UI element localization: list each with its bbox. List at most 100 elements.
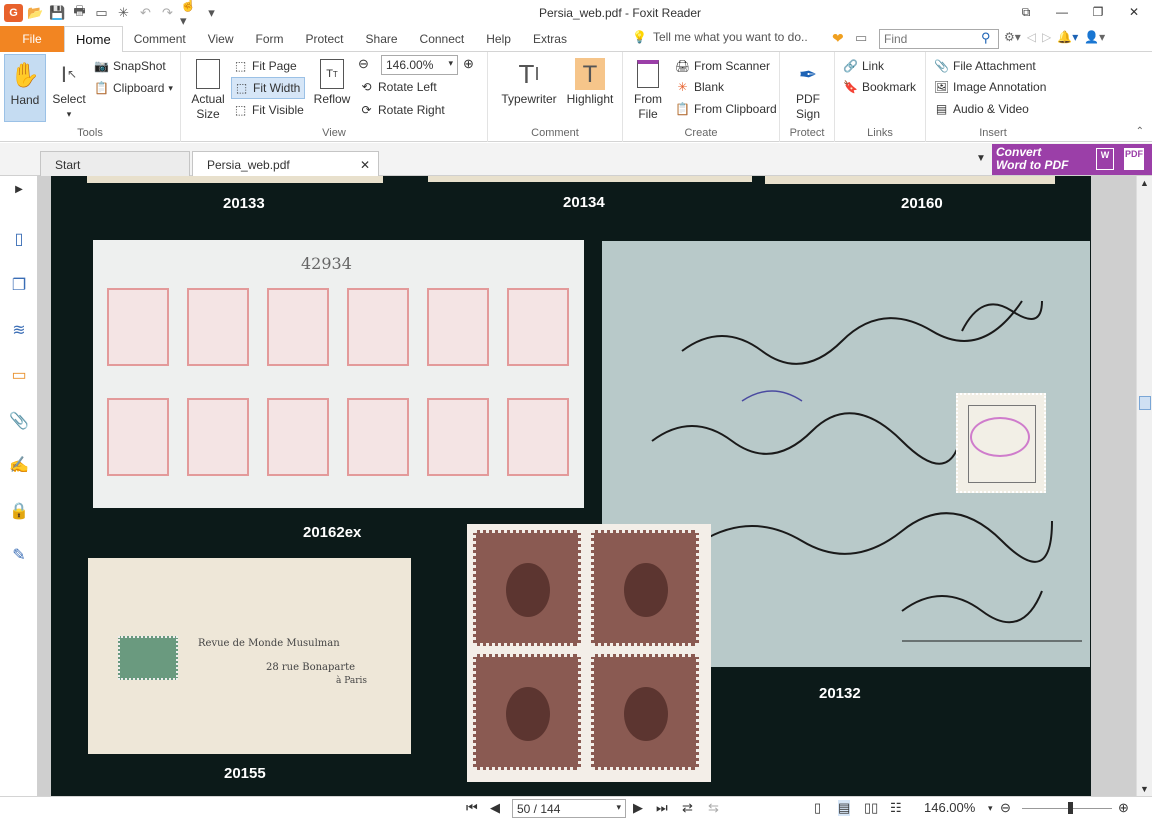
tell-me-search[interactable]: 💡 Tell me what you want to do.. (632, 30, 808, 44)
image-annotation-button[interactable]: 🖼 Image Annotation (934, 77, 1047, 97)
tab-protect[interactable]: Protect (295, 26, 355, 52)
certify-icon[interactable]: ✎ (8, 544, 30, 566)
highlight-button[interactable]: T Highlight (564, 58, 616, 107)
next-page-icon[interactable]: ▶ (633, 800, 643, 816)
properties-icon[interactable]: ▭ (92, 4, 111, 22)
audio-video-button[interactable]: ▤ Audio & Video (934, 99, 1029, 119)
undo-icon[interactable]: ↶ (136, 4, 155, 22)
customize-qat-icon[interactable]: ▾ (202, 4, 221, 22)
from-clipboard-button[interactable]: 📋 From Clipboard (675, 99, 777, 119)
save-icon[interactable]: 💾 (48, 4, 67, 22)
document-viewer[interactable]: 20133 20134 20160 42934 20162ex 20132 Re… (38, 176, 1136, 796)
file-attachment-button[interactable]: 📎 File Attachment (934, 56, 1036, 76)
next-view-icon[interactable]: ⇆ (708, 800, 719, 816)
from-scanner-button[interactable]: 🖨 From Scanner (675, 56, 770, 76)
user-avatar-icon[interactable]: 👤▾ (1084, 30, 1105, 44)
redo-icon[interactable]: ↷ (158, 4, 177, 22)
tab-file[interactable]: File (0, 26, 64, 52)
fit-page-button[interactable]: ⬚ Fit Page (233, 56, 297, 76)
zoom-slider[interactable] (1022, 808, 1112, 809)
reflow-button[interactable]: TT Reflow (309, 58, 355, 107)
attachments-icon[interactable]: 📎 (8, 410, 30, 432)
new-icon[interactable]: ✳ (114, 4, 133, 22)
heart-icon[interactable]: ❤ (832, 30, 844, 47)
convert-word-to-pdf-banner[interactable]: Convert Word to PDF PDF W (992, 144, 1152, 175)
actual-size-button[interactable]: Actual Size (187, 58, 229, 122)
previous-view-icon[interactable]: ⇄ (682, 800, 693, 816)
zoom-out-icon[interactable]: ⊖ (1000, 800, 1011, 816)
rotate-right-button[interactable]: ⟳ Rotate Right (359, 100, 444, 120)
typewriter-button[interactable]: TI Typewriter (498, 58, 560, 107)
fit-visible-button[interactable]: ⬚ Fit Visible (233, 100, 304, 120)
first-page-icon[interactable]: ⏮ (466, 800, 478, 816)
layers-icon[interactable]: ≋ (8, 319, 30, 341)
tab-connect[interactable]: Connect (409, 26, 476, 52)
tab-share[interactable]: Share (355, 26, 409, 52)
continuous-page-icon[interactable]: ▤ (838, 800, 851, 816)
blank-button[interactable]: ✳ Blank (675, 77, 724, 97)
scroll-thumb[interactable] (1139, 396, 1151, 410)
zoom-dropdown-icon[interactable]: ▾ (988, 803, 993, 814)
cover-image: Revue de Monde Musulman 28 rue Bonaparte… (88, 558, 411, 754)
link-button[interactable]: 🔗 Link (843, 56, 884, 76)
restore-layout-icon[interactable]: ⧉ (1008, 0, 1044, 24)
tab-list-dropdown-icon[interactable]: ▼ (976, 153, 986, 164)
scroll-up-icon[interactable]: ▲ (1140, 178, 1149, 188)
scanner-icon: 🖨 (674, 59, 691, 73)
print-icon[interactable]: 🖶 (70, 3, 89, 22)
hand-button[interactable]: ✋ Hand (4, 54, 46, 122)
hand-tool-dropdown-icon[interactable]: ☝▾ (180, 0, 199, 28)
page-number-input[interactable]: 50 / 144 ▾ (512, 799, 626, 818)
zoom-select[interactable]: 146.00% ▾ (381, 55, 458, 75)
caption-icon[interactable]: ▭ (855, 30, 867, 46)
from-file-icon (633, 58, 663, 90)
chevron-down-icon: ▾ (168, 82, 173, 93)
tab-extras[interactable]: Extras (522, 26, 578, 52)
search-icon[interactable]: ⚲ (981, 30, 991, 46)
close-button[interactable]: ✕ (1116, 0, 1152, 24)
fit-width-button[interactable]: ⬚ Fit Width (231, 77, 306, 99)
vertical-scrollbar[interactable]: ▲ ▼ (1136, 176, 1152, 796)
tab-comment[interactable]: Comment (123, 26, 197, 52)
zoom-in-icon[interactable]: ⊕ (1118, 800, 1129, 816)
tab-form[interactable]: Form (245, 26, 295, 52)
from-file-button[interactable]: From File (629, 58, 667, 122)
settings-gear-icon[interactable]: ⚙▾ (1004, 30, 1021, 44)
layers-pages-icon[interactable]: ❐ (8, 274, 30, 296)
zoom-out-icon[interactable]: ⊖ (358, 56, 369, 72)
comments-icon[interactable]: ▭ (8, 364, 30, 386)
collapse-ribbon-icon[interactable]: ⌃ (1136, 126, 1144, 137)
tab-view[interactable]: View (197, 26, 245, 52)
close-tab-icon[interactable]: ✕ (360, 158, 370, 172)
prev-result-icon[interactable]: ◁ (1027, 30, 1036, 44)
lot-number: 20160 (901, 195, 943, 212)
pdf-sign-button[interactable]: ✒ PDF Sign (786, 58, 830, 122)
clipboard-button[interactable]: 📋 Clipboard ▾ (94, 78, 173, 98)
facing-page-icon[interactable]: ▯▯ (864, 800, 878, 816)
tab-home[interactable]: Home (64, 26, 123, 53)
select-button[interactable]: I ↖ Select ▾ (48, 58, 90, 122)
zoom-in-icon[interactable]: ⊕ (463, 56, 474, 72)
security-lock-icon[interactable]: 🔒 (8, 500, 30, 522)
tab-persia-web[interactable]: Persia_web.pdf ✕ (192, 151, 379, 176)
tab-help[interactable]: Help (475, 26, 522, 52)
minimize-button[interactable]: — (1044, 0, 1080, 24)
previous-page-icon[interactable]: ◀ (490, 800, 500, 816)
foxit-logo-icon[interactable]: G (4, 4, 23, 22)
expand-panel-icon[interactable]: ▶ (8, 178, 30, 200)
notification-bell-icon[interactable]: 🔔▾ (1057, 30, 1078, 44)
maximize-button[interactable]: ❐ (1080, 0, 1116, 24)
continuous-facing-icon[interactable]: ☷ (890, 800, 902, 816)
signatures-icon[interactable]: ✍ (8, 454, 30, 476)
open-icon[interactable]: 📂 (26, 4, 45, 22)
zoom-slider-thumb[interactable] (1068, 802, 1073, 814)
last-page-icon[interactable]: ⏭ (656, 800, 668, 816)
pages-icon[interactable]: ▯ (8, 228, 30, 250)
next-result-icon[interactable]: ▷ (1042, 30, 1051, 44)
bookmark-button[interactable]: 🔖 Bookmark (843, 77, 916, 97)
snapshot-button[interactable]: 📷 SnapShot (94, 56, 166, 76)
single-page-icon[interactable]: ▯ (814, 800, 821, 816)
tab-start[interactable]: Start (40, 151, 190, 176)
scroll-down-icon[interactable]: ▼ (1140, 784, 1149, 794)
rotate-left-button[interactable]: ⟲ Rotate Left (359, 77, 436, 97)
